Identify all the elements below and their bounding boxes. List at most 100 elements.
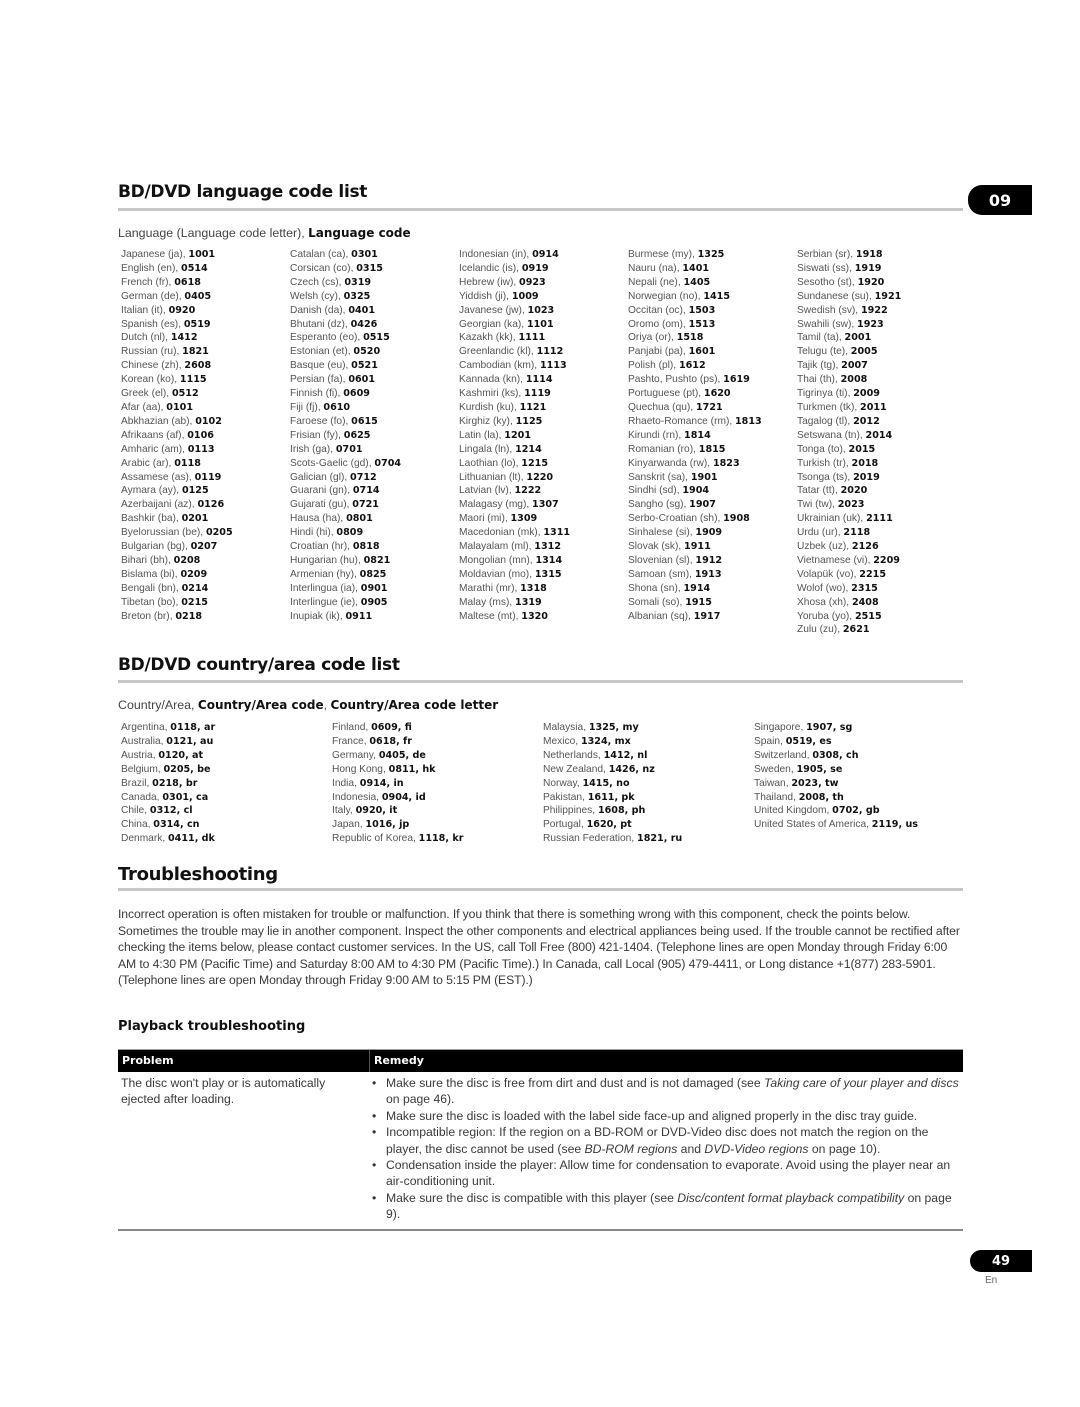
language-entry: Kannada (kn), 1114 [459, 373, 570, 387]
entry-name: Chinese (zh), [121, 360, 185, 372]
language-entry: Guarani (gn), 0714 [290, 484, 401, 498]
chapter-tab: 09 [968, 185, 1032, 215]
country-entry: Hong Kong, 0811, hk [332, 763, 463, 777]
language-entry: Tibetan (bo), 0215 [121, 596, 233, 610]
language-entry: Marathi (mr), 1318 [459, 582, 570, 596]
entry-name: Czech (cs), [290, 276, 345, 288]
language-entry: Estonian (et), 0520 [290, 345, 401, 359]
entry-code: 0520 [353, 346, 381, 358]
language-entry: Frisian (fy), 0625 [290, 429, 401, 443]
entry-name: Xhosa (xh), [797, 596, 852, 608]
language-entry: Kazakh (kk), 1111 [459, 331, 570, 345]
entry-name: Brazil, [121, 777, 153, 789]
entry-name: Tigrinya (ti), [797, 388, 854, 400]
country-entry: Germany, 0405, de [332, 749, 463, 763]
language-entry: Ukrainian (uk), 2111 [797, 512, 901, 526]
entry-name: Italy, [332, 805, 356, 817]
country-column: Finland, 0609, fi France, 0618, fr Germany… [332, 721, 463, 846]
entry-name: Uzbek (uz), [797, 541, 852, 553]
entry-code: 0923 [519, 276, 546, 288]
remedy-text: Condensation inside the player: Allow ti… [386, 1158, 951, 1189]
language-entry: Sesotho (st), 1920 [797, 276, 901, 290]
entry-name: Swahili (sw), [797, 318, 858, 330]
language-entry: Maori (mi), 1309 [459, 512, 570, 526]
entry-name: Interlingue (ie), [290, 596, 361, 608]
entry-code: 2015 [848, 443, 876, 455]
language-entry: English (en), 0514 [121, 262, 233, 276]
entry-name: Republic of Korea, [332, 833, 419, 845]
entry-code: 1314 [535, 554, 563, 566]
entry-code: 1118, kr [418, 833, 464, 845]
language-entry: Twi (tw), 2023 [797, 498, 901, 512]
entry-code: 0209 [180, 568, 208, 580]
entry-code: 0301 [351, 249, 378, 260]
entry-name: Afar (aa), [121, 401, 167, 413]
troubleshooting-intro: Incorrect operation is often mistaken fo… [118, 907, 960, 988]
entry-code: 1608, ph [597, 805, 646, 817]
entry-code: 2018 [851, 457, 879, 469]
entry-name: Russian Federation, [543, 833, 638, 845]
entry-code: 1904 [682, 485, 710, 497]
language-entry: Hausa (ha), 0801 [290, 512, 401, 526]
entry-code: 0205, be [163, 763, 211, 775]
entry-code: 0704 [374, 457, 402, 469]
language-entry: Tatar (tt), 2020 [797, 484, 901, 498]
language-entry: German (de), 0405 [121, 290, 233, 304]
entry-code: 0301, ca [162, 791, 209, 803]
entry-name: Lingala (ln), [459, 443, 516, 455]
entry-name: New Zealand, [543, 763, 609, 775]
entry-name: Yiddish (ji), [459, 290, 512, 302]
language-column: Catalan (ca), 0301 Corsican (co), 0315 Cze… [290, 248, 401, 623]
entry-code: 0818 [352, 541, 380, 553]
language-entry: Hebrew (iw), 0923 [459, 276, 570, 290]
entry-code: 1201 [504, 429, 531, 441]
entry-code: 1426, nz [608, 763, 655, 775]
entry-code: 0514 [181, 262, 208, 274]
entry-name: Armenian (hy), [290, 568, 360, 580]
entry-name: Italian (it), [121, 304, 169, 316]
entry-code: 0821 [363, 554, 391, 566]
legend-plain: Language (Language code letter), [118, 226, 309, 240]
legend-bold: Language code [308, 226, 411, 240]
language-entry: Inupiak (ik), 0911 [290, 610, 401, 624]
language-entry: Hindi (hi), 0809 [290, 526, 401, 540]
language-entry: Polish (pl), 1612 [628, 359, 762, 373]
entry-code: 1319 [515, 596, 542, 608]
entry-code: 0315 [356, 262, 383, 274]
language-entry: Georgian (ka), 1101 [459, 318, 570, 332]
entry-name: Persian (fa), [290, 374, 349, 386]
entry-name: Oriya (or), [628, 332, 677, 344]
country-entry: United Kingdom, 0702, gb [754, 804, 918, 818]
entry-code: 0102 [195, 415, 222, 427]
entry-name: Indonesian (in), [459, 249, 533, 260]
entry-code: 0801 [346, 513, 373, 525]
country-entry: Indonesia, 0904, id [332, 791, 463, 805]
entry-code: 1121 [519, 401, 547, 413]
entry-code: 0920 [168, 304, 196, 316]
entry-name: Rhaeto-Romance (rm), [628, 415, 735, 427]
entry-name: Yoruba (yo), [797, 610, 855, 622]
entry-code: 2011 [860, 401, 887, 413]
entry-code: 0207 [190, 541, 218, 553]
entry-code: 0314, cn [153, 819, 200, 831]
legend-bold: Country/Area code [197, 698, 324, 712]
entry-name: Galician (gl), [290, 471, 351, 483]
entry-name: Welsh (cy), [290, 290, 344, 302]
language-entry: Portuguese (pt), 1620 [628, 387, 762, 401]
entry-name: Panjabi (pa), [628, 346, 689, 358]
entry-code: 1518 [676, 332, 704, 344]
entry-code: 1101 [526, 318, 554, 330]
entry-code: 1920 [857, 276, 885, 288]
entry-name: Kirundi (rn), [628, 429, 685, 441]
entry-name: Georgian (ka), [459, 318, 527, 330]
country-entry: France, 0618, fr [332, 735, 463, 749]
language-entry: Telugu (te), 2005 [797, 345, 901, 359]
language-entry: Yoruba (yo), 2515 [797, 610, 901, 624]
remedy-text: Make sure the disc is compatible with th… [386, 1190, 678, 1205]
entry-code: 2008, th [798, 791, 844, 803]
entry-code: 2023, tw [791, 777, 839, 789]
entry-name: Tagalog (tl), [797, 415, 854, 427]
country-column: Malaysia, 1325, my Mexico, 1324, mx Nether… [543, 721, 682, 846]
language-entry: Interlingua (ia), 0901 [290, 582, 401, 596]
entry-name: Germany, [332, 749, 379, 761]
